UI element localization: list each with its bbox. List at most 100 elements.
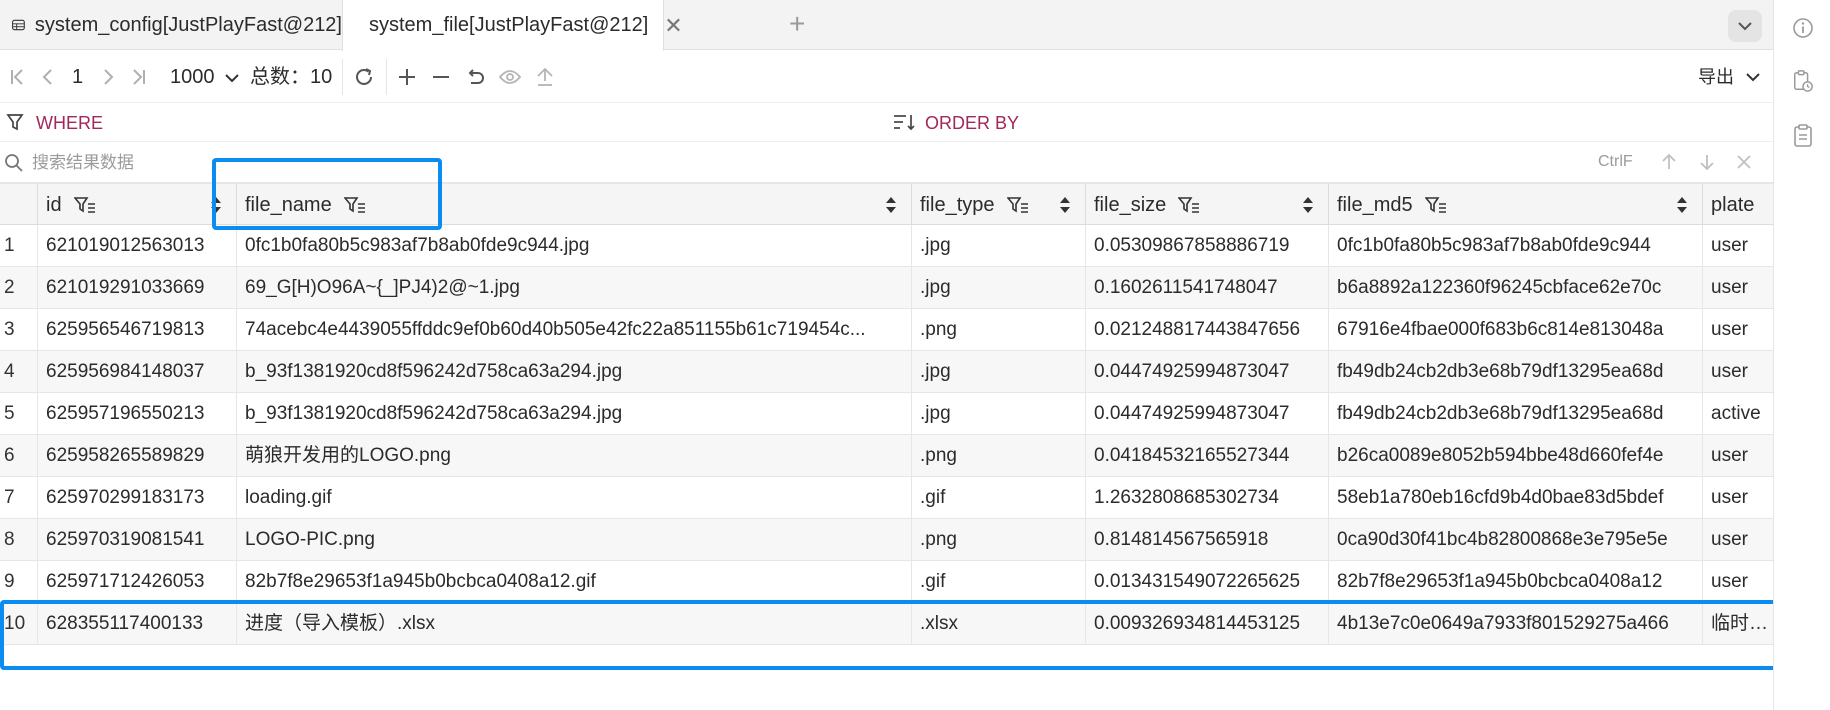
cell-file-md5[interactable]: 0fc1b0fa80b5c983af7b8ab0fde9c944 xyxy=(1329,225,1703,267)
add-row-icon[interactable] xyxy=(396,65,418,89)
row-number[interactable]: 5 xyxy=(0,393,38,435)
close-icon[interactable]: ✕ xyxy=(664,13,682,39)
cell-file-md5[interactable]: b26ca0089e8052b594bbe48d660fef4e xyxy=(1329,435,1703,477)
cell-id[interactable]: 625970319081541 xyxy=(38,519,237,561)
row-number[interactable]: 2 xyxy=(0,267,38,309)
row-number[interactable]: 1 xyxy=(0,225,38,267)
column-filter-icon[interactable] xyxy=(1178,196,1200,214)
cell-plate[interactable]: active xyxy=(1703,393,1773,435)
cell-plate[interactable]: user xyxy=(1703,435,1773,477)
column-header-file-md5[interactable]: file_md5 xyxy=(1329,184,1703,226)
cell-id[interactable]: 621019012563013 xyxy=(38,225,237,267)
column-header-file-size[interactable]: file_size xyxy=(1086,184,1329,226)
table-row[interactable]: 9 625971712426053 82b7f8e29653f1a945b0bcbc… xyxy=(0,561,1773,603)
cell-file-name[interactable]: loading.gif xyxy=(237,477,912,519)
cell-file-size[interactable]: 0.013431549072265625 xyxy=(1086,561,1329,603)
cell-file-type[interactable]: .gif xyxy=(912,561,1086,603)
where-input[interactable]: WHERE xyxy=(36,112,103,134)
search-input[interactable] xyxy=(32,151,1332,175)
cell-file-name[interactable]: b_93f1381920cd8f596242d758ca63a294.jpg xyxy=(237,393,912,435)
table-row[interactable]: 5 625957196550213 b_93f1381920cd8f596242d7… xyxy=(0,393,1773,435)
submit-icon[interactable] xyxy=(534,65,556,89)
column-header-file-name[interactable]: file_name xyxy=(237,184,912,226)
column-header-plate[interactable]: plate xyxy=(1703,184,1773,226)
cell-plate[interactable]: user xyxy=(1703,267,1773,309)
cell-file-name[interactable]: 82b7f8e29653f1a945b0bcbca0408a12.gif xyxy=(237,561,912,603)
cell-id[interactable]: 625970299183173 xyxy=(38,477,237,519)
cell-file-size[interactable]: 0.009326934814453125 xyxy=(1086,603,1329,645)
row-number[interactable]: 6 xyxy=(0,435,38,477)
tab-system-file[interactable]: system_file[JustPlayFast@212] ✕ xyxy=(342,0,683,51)
table-row[interactable]: 8 625970319081541 LOGO-PIC.png .png 0.814814… xyxy=(0,519,1773,561)
refresh-icon[interactable] xyxy=(352,65,376,89)
sort-icon[interactable] xyxy=(1059,196,1071,214)
row-number[interactable]: 10 xyxy=(0,603,38,645)
table-row[interactable]: 10 628355117400133 进度（导入模板）.xlsx .xlsx 0.009… xyxy=(0,603,1773,645)
cell-file-md5[interactable]: 4b13e7c0e0649a7933f801529275a466 xyxy=(1329,603,1703,645)
preview-icon[interactable] xyxy=(498,65,522,89)
sort-icon[interactable] xyxy=(885,196,897,214)
chevron-down-icon[interactable] xyxy=(1742,65,1764,89)
cell-file-size[interactable]: 0.05309867858886719 xyxy=(1086,225,1329,267)
add-tab-icon[interactable]: + xyxy=(789,10,805,38)
tab-list-button[interactable] xyxy=(1728,10,1762,42)
cell-plate[interactable]: user xyxy=(1703,561,1773,603)
cell-file-md5[interactable]: 0ca90d30f41bc4b82800868e3e795e5e xyxy=(1329,519,1703,561)
order-by-input[interactable]: ORDER BY xyxy=(925,112,1019,134)
cell-plate[interactable]: user xyxy=(1703,309,1773,351)
column-filter-icon[interactable] xyxy=(1424,196,1447,214)
row-number[interactable]: 9 xyxy=(0,561,38,603)
cell-id[interactable]: 625957196550213 xyxy=(38,393,237,435)
sort-icon[interactable] xyxy=(210,196,222,214)
close-search-icon[interactable] xyxy=(1735,153,1753,176)
cell-file-md5[interactable]: 82b7f8e29653f1a945b0bcbca0408a12 xyxy=(1329,561,1703,603)
export-button[interactable]: 导出 xyxy=(1698,65,1734,89)
cell-id[interactable]: 621019291033669 xyxy=(38,267,237,309)
page-size-select[interactable]: 1000 xyxy=(170,65,240,89)
cell-id[interactable]: 625956984148037 xyxy=(38,351,237,393)
cell-file-type[interactable]: .png xyxy=(912,519,1086,561)
cell-file-type[interactable]: .jpg xyxy=(912,225,1086,267)
arrow-down-icon[interactable] xyxy=(1698,153,1716,176)
tab-system-config[interactable]: system_config[JustPlayFast@212] xyxy=(0,0,342,50)
cell-file-name[interactable]: 69_G[H)O96A~{_]PJ4)2@~1.jpg xyxy=(237,267,912,309)
cell-file-size[interactable]: 0.814814567565918 xyxy=(1086,519,1329,561)
cell-file-md5[interactable]: 67916e4fbae000f683b6c814e813048a xyxy=(1329,309,1703,351)
column-header-file-type[interactable]: file_type xyxy=(912,184,1086,226)
row-number[interactable]: 7 xyxy=(0,477,38,519)
delete-row-icon[interactable] xyxy=(430,65,452,89)
cell-file-type[interactable]: .png xyxy=(912,309,1086,351)
clipboard-icon[interactable] xyxy=(1792,124,1814,147)
cell-file-type[interactable]: .jpg xyxy=(912,393,1086,435)
row-number[interactable]: 3 xyxy=(0,309,38,351)
page-number[interactable]: 1 xyxy=(72,65,83,89)
column-filter-icon[interactable] xyxy=(343,196,366,214)
cell-file-name[interactable]: b_93f1381920cd8f596242d758ca63a294.jpg xyxy=(237,351,912,393)
table-row[interactable]: 6 625958265589829 萌狼开发用的LOGO.png .png 0.0418… xyxy=(0,435,1773,477)
undo-icon[interactable] xyxy=(464,65,486,89)
cell-plate[interactable]: 临时文件 xyxy=(1703,603,1773,645)
row-number[interactable]: 8 xyxy=(0,519,38,561)
column-filter-icon[interactable] xyxy=(73,196,96,214)
cell-file-md5[interactable]: fb49db24cb2db3e68b79df13295ea68d xyxy=(1329,393,1703,435)
cell-id[interactable]: 625971712426053 xyxy=(38,561,237,603)
last-page-icon[interactable] xyxy=(128,65,150,89)
cell-id[interactable]: 625956546719813 xyxy=(38,309,237,351)
cell-file-type[interactable]: .jpg xyxy=(912,351,1086,393)
cell-plate[interactable]: user xyxy=(1703,351,1773,393)
column-filter-icon[interactable] xyxy=(1006,196,1029,214)
prev-page-icon[interactable] xyxy=(36,65,58,89)
cell-file-size[interactable]: 0.021248817443847656 xyxy=(1086,309,1329,351)
cell-id[interactable]: 628355117400133 xyxy=(38,603,237,645)
cell-file-size[interactable]: 1.2632808685302734 xyxy=(1086,477,1329,519)
cell-file-type[interactable]: .gif xyxy=(912,477,1086,519)
cell-file-name[interactable]: 萌狼开发用的LOGO.png xyxy=(237,435,912,477)
cell-file-name[interactable]: LOGO-PIC.png xyxy=(237,519,912,561)
sort-icon[interactable] xyxy=(1676,196,1688,214)
first-page-icon[interactable] xyxy=(6,65,28,89)
cell-file-type[interactable]: .xlsx xyxy=(912,603,1086,645)
sort-icon[interactable] xyxy=(1302,196,1314,214)
cell-file-md5[interactable]: 58eb1a780eb16cfd9b4d0bae83d5bdef xyxy=(1329,477,1703,519)
cell-file-md5[interactable]: fb49db24cb2db3e68b79df13295ea68d xyxy=(1329,351,1703,393)
table-row[interactable]: 7 625970299183173 loading.gif .gif 1.2632808… xyxy=(0,477,1773,519)
